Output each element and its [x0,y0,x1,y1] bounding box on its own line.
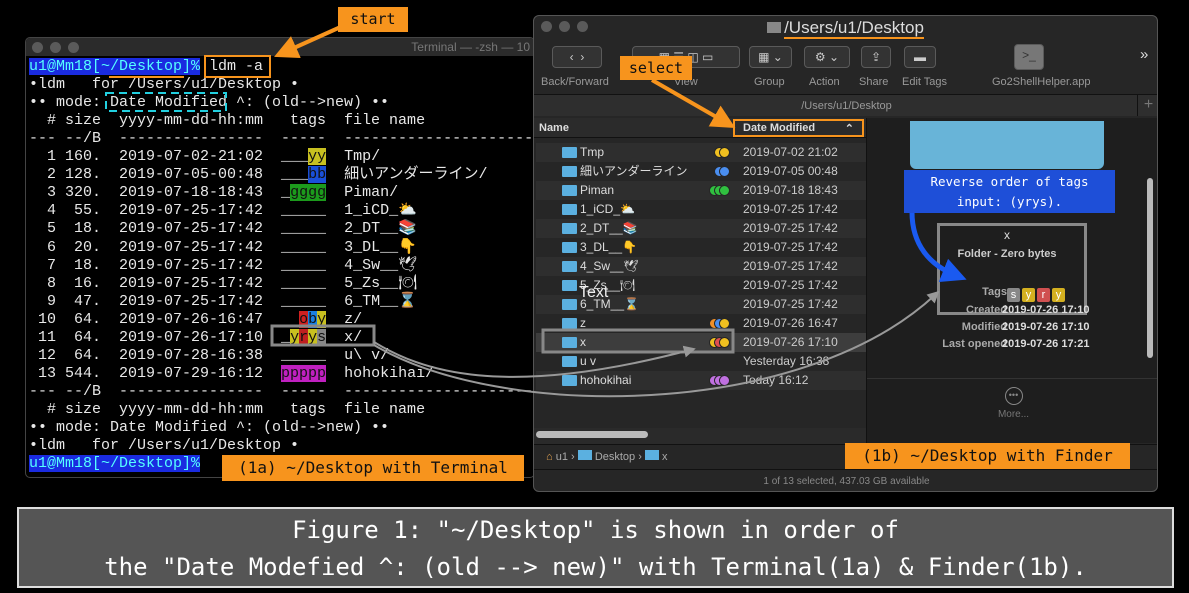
start-label: start [338,7,408,32]
terminal-x-highlight [270,324,376,347]
select-label: select [620,56,692,80]
note-line-2: input: (yrys). [956,194,1063,209]
label-1b: (1b) ~/Desktop with Finder [845,443,1130,469]
caption-line-1: Figure 1: "~/Desktop" is shown in order … [292,516,899,544]
caption-line-2: the "Date Modefied ^: (old --> new)" wit… [104,553,1087,581]
start-arrow [274,23,346,59]
select-arrow [651,78,736,128]
annotation-arrows [105,23,967,398]
mode-dashed-highlight [105,92,227,112]
note-line-1: Reverse order of tags [930,174,1089,189]
label-1a: (1a) ~/Desktop with Terminal [222,455,524,481]
finder-x-highlight [541,328,735,354]
figure-caption: Figure 1: "~/Desktop" is shown in order … [17,507,1174,588]
command-highlight [204,55,271,78]
reverse-order-note: Reverse order of tags input: (yrys). [904,170,1115,213]
